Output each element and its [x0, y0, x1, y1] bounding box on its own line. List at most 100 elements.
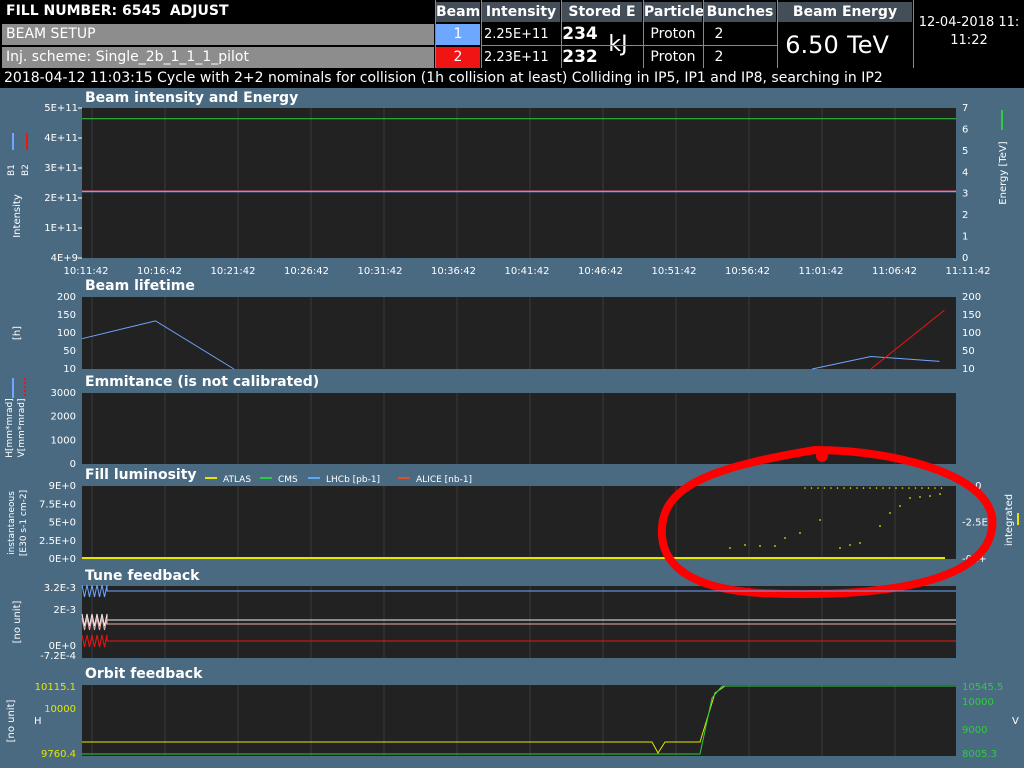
y-tick-label: 10	[63, 364, 76, 375]
y2-tick-label: 9000	[962, 725, 987, 736]
header-panel: FILL NUMBER: 6545 ADJUST BEAM SETUP Inj.…	[0, 0, 1024, 88]
lumi-point	[921, 487, 923, 489]
fill-label: FILL NUMBER:	[6, 3, 118, 19]
y2-tick-label: 100	[962, 328, 981, 339]
lumi-point	[901, 487, 904, 489]
col-beam-header: Beam	[436, 2, 481, 22]
lumi-point	[729, 547, 731, 549]
panel-title-3: Fill luminosity	[85, 467, 197, 483]
lumi-point	[882, 487, 884, 489]
energy-unit: TeV	[847, 31, 889, 59]
y-tick-label: 4E+11	[44, 133, 78, 144]
y-tick-label: 9E+0	[49, 481, 76, 492]
y2-tick-label: 4	[962, 167, 968, 178]
lumi-point	[919, 496, 921, 498]
beam-setup-label: BEAM SETUP	[2, 24, 434, 45]
y2-tick-label: 10000	[962, 697, 994, 708]
y-axis-label-h: H	[34, 716, 42, 727]
x-tick-label: 10:56:42	[725, 266, 770, 277]
y-axis-label: [h]	[12, 326, 23, 340]
x-tick-label: 10:21:42	[211, 266, 256, 277]
lumi-point	[830, 487, 832, 489]
y-tick-label: 150	[57, 310, 76, 321]
y-tick-label: 2E+11	[44, 193, 78, 204]
lumi-point	[799, 532, 801, 534]
y2-tick-label: 8005.3	[962, 749, 997, 760]
beam2-id: 2	[436, 47, 480, 68]
x-tick-label: 10:26:42	[284, 266, 329, 277]
lumi-point	[823, 487, 826, 489]
y-axis-label-v: V[mm*mrad]	[17, 399, 27, 458]
lumi-point	[862, 487, 865, 489]
lumi-point	[819, 519, 821, 521]
y-tick-label: 7.5E+0	[39, 499, 76, 510]
lumi-point	[744, 544, 746, 546]
panel-title-0: Beam intensity and Energy	[85, 90, 298, 106]
lumi-point	[810, 487, 813, 489]
lumi-point	[934, 487, 936, 489]
machine-mode: ADJUST	[169, 3, 229, 19]
y2-tick-label: -2.5E	[962, 518, 988, 529]
y-axis-label: [no unit]	[12, 600, 23, 643]
beam2-bunches: 2	[714, 49, 724, 65]
y-tick-label: 1E+11	[44, 223, 78, 234]
y-tick-label: 0E+0	[49, 554, 76, 565]
legend-b2: B2	[21, 164, 31, 176]
datetime-line2: 11:22	[950, 33, 988, 48]
x-tick-label: 10:16:42	[137, 266, 182, 277]
lumi-point	[784, 537, 786, 539]
y2-tick-label: 6	[962, 124, 968, 135]
legend-b1: B1	[7, 164, 17, 176]
lumi-point	[940, 487, 943, 489]
y2-tick-label: 50	[962, 346, 975, 357]
beam2-intensity: 2.23E+11	[484, 50, 549, 65]
lumi-point	[908, 487, 910, 489]
y-tick-label: 5E+0	[49, 518, 76, 529]
y2-axis-label: Energy [TeV]	[998, 141, 1009, 204]
col-energy-header: Beam Energy	[778, 2, 912, 22]
y2-tick-label: 1	[962, 232, 968, 243]
y-axis-label: instantaneous	[7, 491, 17, 555]
y-axis-label: [no unit]	[6, 699, 17, 742]
y-tick-label: 2E-3	[53, 605, 76, 616]
lumi-point	[804, 487, 806, 489]
y2-axis-label: V	[1012, 716, 1019, 727]
lumi-point	[849, 544, 851, 546]
y-axis-label: Intensity	[12, 194, 23, 238]
beam1-particle: Proton	[650, 26, 696, 42]
y2-tick-label: 3	[962, 189, 968, 200]
y-tick-label: 50	[63, 346, 76, 357]
x-tick-label: 11:01:42	[799, 266, 844, 277]
y-tick-label: 2.5E+0	[39, 536, 76, 547]
y2-tick-label: 7	[962, 103, 968, 114]
injection-scheme: Inj. scheme: Single_2b_1_1_1_pilot	[2, 47, 434, 68]
y-tick-label: 0	[70, 459, 76, 470]
legend-entry-3: ALICE [nb-1]	[416, 475, 472, 485]
y2-tick-label: 10545.5	[962, 682, 1003, 693]
lumi-point	[839, 547, 841, 549]
beam1-id: 1	[436, 24, 480, 45]
lumi-point	[843, 487, 845, 489]
x-tick-label: 10:41:42	[505, 266, 550, 277]
y-tick-label: -7.2E-4	[40, 651, 76, 662]
beam1-stored: 234	[562, 24, 598, 44]
energy-value: 6.50	[785, 31, 839, 59]
x-tick-label: 10:36:42	[431, 266, 476, 277]
lumi-point	[849, 487, 852, 489]
plot-area-0	[82, 108, 956, 258]
panel-title-5: Orbit feedback	[85, 666, 203, 682]
y-tick-label: 3000	[51, 388, 76, 399]
lumi-point	[759, 545, 761, 547]
lumi-point	[875, 487, 878, 489]
lumi-point	[927, 487, 930, 489]
y-tick-label: 5E+11	[44, 103, 78, 114]
y-tick-label: 100	[57, 328, 76, 339]
y-tick-label: 2000	[51, 412, 76, 423]
red-annotation-start	[816, 450, 828, 462]
x-tick-label: 10:46:42	[578, 266, 623, 277]
beam2-stored: 232	[562, 47, 598, 67]
x-tick-label: 11:11:42	[946, 266, 991, 277]
beam1-bunches: 2	[714, 26, 724, 42]
y-tick-label: 10000	[44, 704, 76, 715]
col-intensity-header: Intensity	[482, 2, 560, 22]
